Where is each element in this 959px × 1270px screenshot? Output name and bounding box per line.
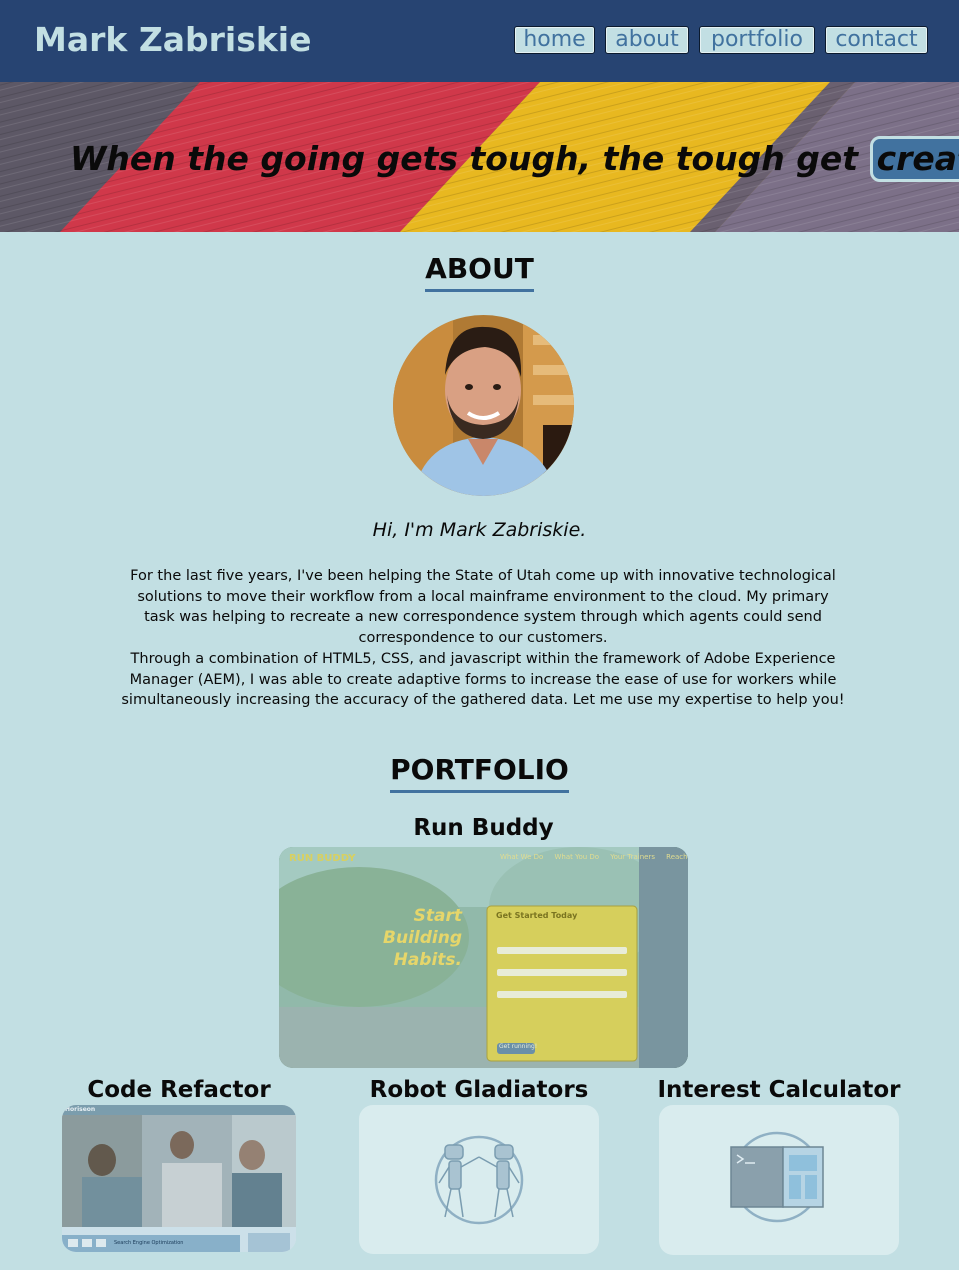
project-title-robot-gladiators: Robot Gladiators: [369, 1077, 589, 1103]
hero-tagline: When the going gets tough, the tough get…: [70, 136, 959, 182]
interest-calculator-icon: [730, 1131, 824, 1223]
run-buddy-nav-item: What You Do: [554, 853, 600, 861]
profile-photo: [393, 315, 574, 496]
run-buddy-nav-item: What We Do: [500, 853, 544, 861]
run-buddy-logo-text: RUN BUDDY: [289, 853, 356, 864]
project-title-code-refactor: Code Refactor: [87, 1077, 271, 1103]
run-buddy-headline-line-2: Habits.: [393, 950, 462, 970]
code-refactor-caption: Search Engine Optimization: [114, 1240, 184, 1246]
about-heading: ABOUT: [425, 252, 534, 292]
run-buddy-form-title: Get Started Today: [496, 911, 578, 920]
hero-banner: When the going gets tough, the tough get…: [0, 82, 959, 232]
about-paragraph-2: Through a combination of HTML5, CSS, and…: [121, 651, 845, 708]
run-buddy-nav: What We Do What You Do Your Trainers Rea…: [500, 853, 688, 861]
about-paragraph-1: For the last five years, I've been helpi…: [130, 568, 836, 646]
site-brand[interactable]: Mark Zabriskie: [34, 20, 312, 59]
nav-portfolio-button[interactable]: portfolio: [699, 26, 815, 54]
run-buddy-nav-item: Your Trainers: [610, 853, 656, 861]
project-card-interest-calculator[interactable]: [659, 1105, 899, 1255]
nav-contact-button[interactable]: contact: [825, 26, 928, 54]
portfolio-heading: PORTFOLIO: [390, 753, 569, 793]
about-section-title: ABOUT: [0, 252, 959, 292]
robot-gladiators-icon: [434, 1135, 524, 1225]
code-refactor-screenshot: [62, 1105, 296, 1252]
code-refactor-logo-text: Horiseon: [65, 1106, 96, 1113]
project-card-run-buddy[interactable]: RUN BUDDY What We Do What You Do Your Tr…: [279, 847, 688, 1068]
portfolio-section-title: PORTFOLIO: [0, 753, 959, 793]
run-buddy-headline-line-1: Start Building: [383, 906, 462, 948]
project-card-code-refactor[interactable]: Horiseon Search Engine Optimization: [62, 1105, 296, 1252]
run-buddy-form-button: Get running!: [499, 1043, 538, 1050]
site-header: Mark Zabriskie home about portfolio cont…: [0, 0, 959, 82]
hero-tagline-text: When the going gets tough, the tough get: [70, 139, 859, 178]
about-greeting: Hi, I'm Mark Zabriskie.: [372, 519, 587, 541]
run-buddy-nav-item: Reach Out: [666, 853, 688, 861]
project-card-robot-gladiators[interactable]: [359, 1105, 599, 1254]
nav-about-button[interactable]: about: [605, 26, 689, 54]
run-buddy-headline: Start Building Habits.: [339, 905, 462, 971]
project-title-run-buddy: Run Buddy: [413, 815, 554, 841]
hero-tagline-highlight: creative: [869, 136, 959, 182]
nav-home-button[interactable]: home: [514, 26, 595, 54]
project-title-interest-calculator: Interest Calculator: [657, 1077, 901, 1103]
